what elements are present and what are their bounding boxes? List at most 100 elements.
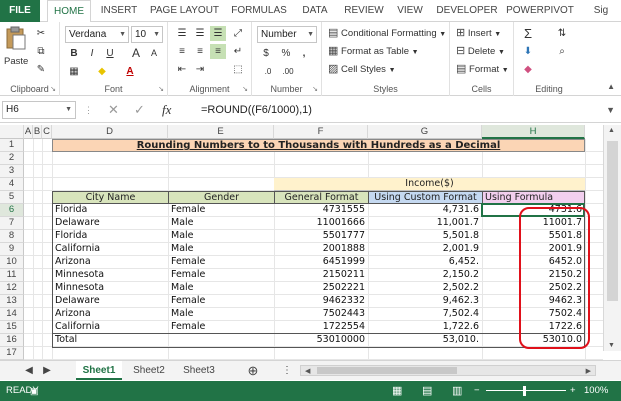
- cell-custom[interactable]: 5,501.8: [369, 230, 481, 243]
- row-header[interactable]: 6: [0, 204, 24, 217]
- cell-custom[interactable]: 2,150.2: [369, 269, 481, 282]
- cell-city[interactable]: Florida: [53, 230, 167, 243]
- cell-gender[interactable]: Female: [169, 269, 273, 282]
- cell-city[interactable]: Minnesota: [53, 269, 167, 282]
- number-format-combo[interactable]: Number ▼: [257, 26, 317, 43]
- total-custom[interactable]: 53,010.: [369, 334, 481, 347]
- cut-icon[interactable]: ✂: [33, 26, 49, 41]
- column-header-b[interactable]: B: [33, 125, 42, 139]
- enter-icon[interactable]: ✓: [134, 101, 145, 119]
- select-all-corner[interactable]: [0, 125, 24, 139]
- row-header[interactable]: 12: [0, 282, 24, 295]
- page-break-view-icon[interactable]: ▥: [452, 381, 462, 401]
- decrease-indent-icon[interactable]: ⇤: [174, 62, 190, 77]
- column-header-h[interactable]: H: [482, 125, 585, 139]
- formula-input[interactable]: =ROUND((F6/1000),1): [195, 101, 595, 119]
- merge-center-icon[interactable]: ⬚: [230, 62, 246, 77]
- cell-styles-button[interactable]: ▨ Cell Styles ▼: [328, 62, 396, 78]
- align-bottom-icon[interactable]: ☰: [210, 26, 226, 41]
- tab-insert[interactable]: INSERT: [96, 0, 142, 22]
- cell-custom[interactable]: 2,502.2: [369, 282, 481, 295]
- column-header-f[interactable]: F: [274, 125, 368, 139]
- zoom-slider-thumb[interactable]: [523, 386, 526, 396]
- wrap-text-icon[interactable]: ↵: [230, 44, 246, 59]
- currency-button[interactable]: $: [258, 46, 274, 61]
- cell-city[interactable]: Arizona: [53, 308, 167, 321]
- orientation-icon[interactable]: ⤢: [230, 26, 246, 41]
- number-launcher-icon[interactable]: ↘: [312, 85, 318, 93]
- format-painter-icon[interactable]: ✎: [33, 62, 49, 77]
- font-launcher-icon[interactable]: ↘: [158, 85, 164, 93]
- cell-custom[interactable]: 2,001.9: [369, 243, 481, 256]
- prev-sheet-icon[interactable]: ◀: [22, 361, 36, 380]
- font-name-combo[interactable]: Verdana ▼: [65, 26, 129, 43]
- cell-city[interactable]: Arizona: [53, 256, 167, 269]
- zoom-level[interactable]: 100%: [584, 381, 608, 401]
- autosum-icon[interactable]: Σ: [520, 26, 536, 41]
- cell-general[interactable]: 5501777: [275, 230, 367, 243]
- insert-cells-button[interactable]: ⊞ Insert ▼: [456, 26, 501, 42]
- paste-button[interactable]: Paste: [4, 26, 28, 69]
- header-city-name[interactable]: City Name: [52, 191, 169, 204]
- scroll-left-icon[interactable]: ◀: [305, 366, 310, 377]
- next-sheet-icon[interactable]: ▶: [40, 361, 54, 380]
- tab-sign-in[interactable]: Sig: [586, 0, 616, 22]
- collapse-ribbon-icon[interactable]: ▲: [607, 82, 615, 91]
- align-left-icon[interactable]: ≡: [174, 44, 190, 59]
- row-header[interactable]: 9: [0, 243, 24, 256]
- column-header-e[interactable]: E: [168, 125, 274, 139]
- total-label[interactable]: Total: [53, 334, 167, 347]
- column-header-d[interactable]: D: [52, 125, 168, 139]
- tab-powerpivot[interactable]: POWERPIVOT: [506, 0, 574, 22]
- tab-page-layout[interactable]: PAGE LAYOUT: [147, 0, 222, 22]
- row-header[interactable]: 16: [0, 334, 24, 347]
- cell-custom[interactable]: 4,731.6: [369, 204, 481, 217]
- cell-gender[interactable]: Male: [169, 230, 273, 243]
- tab-view[interactable]: VIEW: [392, 0, 428, 22]
- macro-record-icon[interactable]: ▣: [30, 381, 39, 401]
- sort-filter-icon[interactable]: ⇅: [554, 26, 570, 41]
- delete-cells-button[interactable]: ⊟ Delete ▼: [456, 44, 505, 60]
- insert-function-icon[interactable]: fx: [162, 101, 171, 119]
- row-header[interactable]: 10: [0, 256, 24, 269]
- column-header-a[interactable]: A: [24, 125, 33, 139]
- shrink-font-button[interactable]: A: [146, 46, 162, 61]
- row-header[interactable]: 1: [0, 139, 24, 152]
- header-gender[interactable]: Gender: [168, 191, 275, 204]
- row-header[interactable]: 14: [0, 308, 24, 321]
- cell-gender[interactable]: Female: [169, 295, 273, 308]
- cell-general[interactable]: 4731555: [275, 204, 367, 217]
- find-select-icon[interactable]: ⌕: [554, 44, 570, 59]
- tab-formulas[interactable]: FORMULAS: [228, 0, 290, 22]
- cell-custom[interactable]: 7,502.4: [369, 308, 481, 321]
- font-size-combo[interactable]: 10 ▼: [131, 26, 163, 43]
- fill-icon[interactable]: ⬇: [520, 44, 536, 59]
- cell-gender[interactable]: Female: [169, 256, 273, 269]
- horizontal-scrollbar[interactable]: ◀ ▶: [300, 365, 596, 376]
- tab-home[interactable]: HOME: [47, 0, 91, 23]
- cell-custom[interactable]: 11,001.7: [369, 217, 481, 230]
- copy-icon[interactable]: ⧉: [33, 44, 49, 59]
- scrollbar-thumb[interactable]: [607, 141, 618, 301]
- font-color-icon[interactable]: A: [122, 64, 138, 79]
- cancel-icon[interactable]: ✕: [108, 101, 119, 119]
- cell-general[interactable]: 11001666: [275, 217, 367, 230]
- sheet-tab-sheet3[interactable]: Sheet3: [176, 361, 222, 380]
- row-header[interactable]: 8: [0, 230, 24, 243]
- cell-city[interactable]: California: [53, 243, 167, 256]
- comma-button[interactable]: ,: [296, 46, 312, 61]
- zoom-out-icon[interactable]: −: [474, 381, 480, 401]
- cell-general[interactable]: 7502443: [275, 308, 367, 321]
- format-cells-button[interactable]: ▤ Format ▼: [456, 62, 509, 78]
- scroll-up-icon[interactable]: ▲: [608, 127, 615, 134]
- format-as-table-button[interactable]: ▦ Format as Table ▼: [328, 44, 419, 60]
- normal-view-icon[interactable]: ▦: [392, 381, 402, 401]
- bold-button[interactable]: B: [66, 46, 82, 61]
- cell-gender[interactable]: Male: [169, 217, 273, 230]
- tab-splitter-icon[interactable]: ⋮: [282, 361, 292, 380]
- cell-gender[interactable]: Male: [169, 308, 273, 321]
- row-header[interactable]: 4: [0, 178, 24, 191]
- cell-city[interactable]: Delaware: [53, 295, 167, 308]
- clipboard-launcher-icon[interactable]: ↘: [50, 85, 56, 93]
- expand-formula-bar-icon[interactable]: ▼: [606, 101, 615, 119]
